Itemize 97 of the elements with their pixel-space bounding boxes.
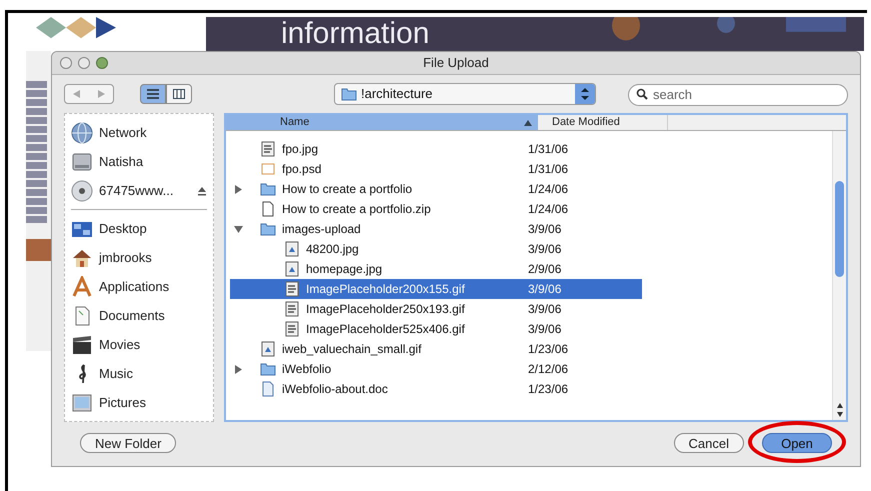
banner-title: information	[281, 18, 430, 50]
picture-frame-icon	[71, 392, 93, 414]
file-date: 3/9/06	[528, 301, 562, 318]
file-name: How to create a portfolio	[282, 181, 412, 198]
cancel-button[interactable]: Cancel	[674, 433, 744, 454]
search-field[interactable]: search	[628, 84, 848, 106]
list-view-button[interactable]	[140, 84, 166, 104]
clapperboard-icon	[71, 334, 93, 356]
expanded-triangle-icon[interactable]	[234, 224, 242, 234]
file-date: 1/31/06	[528, 141, 568, 158]
file-row[interactable]: iweb_valuechain_small.gif 1/23/06	[230, 339, 642, 360]
file-name: ImagePlaceholder525x406.gif	[306, 321, 465, 338]
dropdown-arrows-icon	[575, 84, 595, 104]
file-name: ImagePlaceholder250x193.gif	[306, 301, 465, 318]
file-name: homepage.jpg	[306, 261, 382, 278]
image-file-icon	[284, 301, 300, 318]
folder-icon	[260, 181, 276, 198]
scrollbar[interactable]	[832, 131, 846, 420]
sidebar-item[interactable]: Music	[71, 359, 207, 388]
zip-file-icon	[260, 201, 276, 218]
minimize-button[interactable]	[78, 56, 90, 69]
treble-clef-icon	[77, 362, 87, 385]
sidebar-item[interactable]: Desktop	[71, 214, 207, 244]
column-view-button[interactable]	[166, 84, 192, 104]
photo-file-icon	[284, 241, 300, 258]
globe-icon	[71, 122, 93, 144]
file-row[interactable]: ImagePlaceholder525x406.gif 3/9/06	[230, 319, 642, 340]
sidebar-item[interactable]: Pictures	[71, 388, 207, 418]
file-date: 1/31/06	[528, 161, 568, 178]
back-arrow-icon[interactable]	[73, 90, 81, 98]
file-row[interactable]: iWebfolio 2/12/06	[230, 359, 642, 380]
file-date: 2/12/06	[528, 361, 568, 378]
file-date: 1/23/06	[528, 381, 568, 398]
hard-drive-icon	[71, 150, 93, 173]
zoom-button[interactable]	[96, 56, 108, 69]
folder-icon	[341, 86, 357, 102]
columns-icon	[173, 89, 185, 100]
sort-arrow-icon	[524, 120, 532, 126]
file-row[interactable]: How to create a portfolio 1/24/06	[230, 179, 642, 200]
file-row[interactable]: 48200.jpg 3/9/06	[230, 239, 642, 260]
sidebar-item[interactable]: Network	[71, 118, 207, 148]
sidebar-item[interactable]: Applications	[71, 272, 207, 302]
file-name: fpo.jpg	[282, 141, 318, 158]
back-forward-buttons[interactable]	[64, 84, 114, 104]
file-name: iWebfolio-about.doc	[282, 381, 388, 398]
file-name: How to create a portfolio.zip	[282, 201, 431, 218]
file-date: 3/9/06	[528, 321, 562, 338]
file-date: 1/23/06	[528, 341, 568, 358]
search-icon	[636, 88, 648, 100]
eject-icon[interactable]	[197, 186, 207, 196]
document-icon	[260, 381, 276, 398]
image-file-icon	[284, 281, 300, 298]
file-row[interactable]: fpo.jpg 1/31/06	[230, 139, 642, 160]
file-name: iweb_valuechain_small.gif	[282, 341, 422, 358]
folder-icon	[260, 221, 276, 238]
file-row[interactable]: ImagePlaceholder200x155.gif 3/9/06	[230, 279, 642, 300]
location-dropdown[interactable]: !architecture	[334, 83, 596, 106]
photo-file-icon	[284, 261, 300, 278]
image-file-icon	[284, 321, 300, 338]
file-name: ImagePlaceholder200x155.gif	[306, 281, 465, 298]
file-name: fpo.psd	[282, 161, 322, 178]
collapsed-triangle-icon[interactable]	[234, 364, 242, 374]
sidebar-item[interactable]: 67475www...	[71, 176, 207, 206]
file-date: 2/9/06	[528, 261, 562, 278]
file-row[interactable]: How to create a portfolio.zip 1/24/06	[230, 199, 642, 220]
scroll-thumb[interactable]	[835, 181, 844, 278]
sidebar-item[interactable]: Movies	[71, 330, 207, 360]
file-date: 1/24/06	[528, 181, 568, 198]
disc-icon	[71, 180, 93, 202]
file-name: images-upload	[282, 221, 361, 238]
file-date: 3/9/06	[528, 241, 562, 258]
applications-icon	[71, 276, 93, 298]
file-date: 1/24/06	[528, 201, 568, 218]
forward-arrow-icon[interactable]	[97, 90, 105, 98]
folder-icon	[260, 361, 276, 378]
blank-file-icon	[260, 161, 276, 178]
file-row[interactable]: fpo.psd 1/31/06	[230, 159, 642, 180]
file-row[interactable]: homepage.jpg 2/9/06	[230, 259, 642, 280]
file-date: 3/9/06	[528, 221, 562, 238]
file-name: 48200.jpg	[306, 241, 359, 258]
photo-file-icon	[260, 341, 276, 358]
window-title: File Upload	[422, 54, 490, 72]
open-button[interactable]: Open	[762, 433, 832, 454]
collapsed-triangle-icon[interactable]	[234, 184, 242, 194]
column-header[interactable]: Name	[226, 115, 538, 130]
sidebar-item[interactable]: jmbrooks	[71, 243, 207, 272]
image-file-icon	[260, 141, 276, 158]
file-date: 3/9/06	[528, 281, 562, 298]
file-row[interactable]: iWebfolio-about.doc 1/23/06	[230, 379, 642, 400]
sidebar-item[interactable]: Natisha	[71, 147, 207, 176]
list-icon	[147, 89, 159, 100]
file-row[interactable]: ImagePlaceholder250x193.gif 3/9/06	[230, 299, 642, 320]
sidebar-item[interactable]: Documents	[71, 301, 207, 330]
file-name: iWebfolio	[282, 361, 332, 378]
new-folder-button[interactable]: New Folder	[80, 433, 176, 454]
close-button[interactable]	[60, 56, 72, 69]
file-row[interactable]: images-upload 3/9/06	[230, 219, 642, 240]
